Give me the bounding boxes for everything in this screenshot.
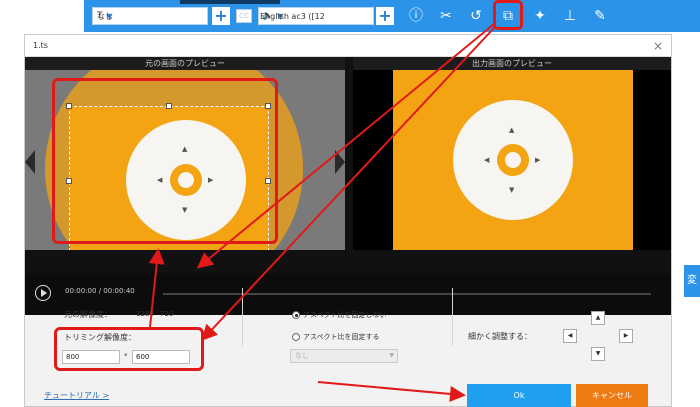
aspect-unfixed-radio[interactable] [292,311,300,319]
dialog-title: 1.ts [25,35,671,57]
aspect-unfixed-label: アスペクト比を固定しない [303,311,387,319]
side-tab[interactable]: 変 [684,265,700,297]
info-icon[interactable]: ⓘ [406,6,426,26]
subtitle-select[interactable]: T なし ▼ [92,7,208,25]
play-button[interactable] [35,285,51,301]
crop-area-highlight [52,78,278,244]
arrow-down-icon: ▼ [509,186,515,194]
original-height: 720 [160,310,174,318]
audio-select-value: English ac3 ([12 [260,11,325,21]
original-resolution-label: 元の解像度： [64,310,112,319]
source-preview-label: 元の画面のプレビュー [25,57,345,70]
arrow-right-icon: ▶ [535,156,541,164]
pencil-icon[interactable]: ✎ [590,6,610,26]
divider [242,288,243,346]
nudge-up-button[interactable]: ▲ [591,311,605,325]
audio-track-select[interactable]: 🔈 English ac3 ([12 ▼ [258,7,374,25]
aspect-fixed-radio[interactable] [292,333,300,341]
arrow-left-icon: ◀ [484,156,490,164]
time-total: 00:00:40 [103,287,135,295]
playback-bar: 00:00:00 / 00:00:40 [25,273,671,315]
chevron-down-icon: ▼ [389,352,394,359]
crop-icon-highlight [493,0,523,30]
cancel-button[interactable]: キャンセル [576,384,648,407]
aspect-fixed-label: アスペクト比を固定する [303,333,380,341]
divider [452,288,453,346]
nudge-down-button[interactable]: ▼ [591,347,605,361]
close-icon[interactable]: × [651,39,665,53]
time-current: 00:00:00 [65,287,97,295]
time-separator: / [98,287,102,295]
output-disc-center [505,152,521,168]
seek-bar[interactable] [163,293,651,295]
rotate-icon[interactable]: ↺ [466,6,486,26]
add-subtitle-button[interactable]: + [212,7,230,25]
subtitle-select-value: なし [97,11,113,21]
nudge-left-button[interactable]: ◀ [563,329,577,343]
trim-resolution-highlight [54,327,204,371]
prev-arrow-icon[interactable] [25,150,35,174]
arrow-up-icon: ▲ [509,126,515,134]
nudge-right-button[interactable]: ▶ [619,329,633,343]
editor-toolbar: T なし ▼ + CC 🔈 English ac3 ([12 ▼ + ⓘ ✂ ↺… [84,0,700,32]
cc-icon[interactable]: CC [236,9,252,23]
magic-wand-icon[interactable]: ✦ [530,6,550,26]
add-audio-button[interactable]: + [376,7,394,25]
toolbar-strip [180,0,280,4]
stamp-icon[interactable]: ⊥ [560,6,580,26]
ok-button[interactable]: Ok [467,384,571,407]
time-display: 00:00:00 / 00:00:40 [65,287,135,295]
screen: T なし ▼ + CC 🔈 English ac3 ([12 ▼ + ⓘ ✂ ↺… [0,0,700,407]
output-preview: ▲ ▼ ◀ ▶ [353,70,671,250]
aspect-ratio-value: なし [295,352,309,360]
scissors-icon[interactable]: ✂ [436,6,456,26]
original-width: 1280 [136,310,154,318]
tutorial-link[interactable]: チュートリアル > [44,390,109,401]
aspect-ratio-select[interactable]: なし ▼ [290,349,398,363]
fine-adjust-label: 細かく調整する： [468,332,532,341]
output-preview-label: 出力画面のプレビュー [353,57,671,70]
next-arrow-icon[interactable] [335,150,345,174]
